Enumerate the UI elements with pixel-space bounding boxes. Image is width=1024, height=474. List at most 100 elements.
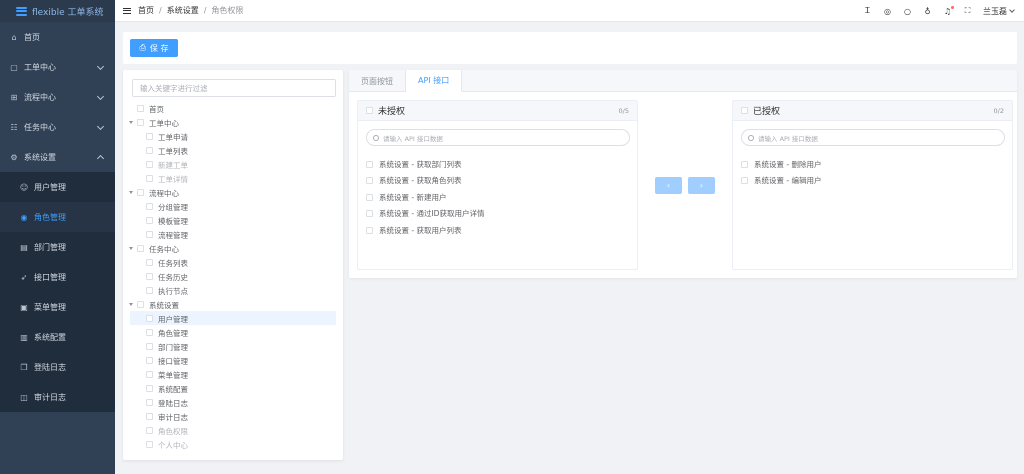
- transfer-item[interactable]: 系统设置 - 新建用户: [366, 189, 484, 206]
- tree-checkbox[interactable]: [137, 104, 144, 112]
- tree-checkbox[interactable]: [146, 258, 153, 266]
- tree-node[interactable]: 流程管理: [130, 227, 336, 241]
- bell-icon[interactable]: ♫: [943, 5, 954, 16]
- tree-node[interactable]: 接口管理: [130, 353, 336, 367]
- fullscreen-icon[interactable]: ⛶: [963, 6, 972, 16]
- sidebar-subitem-3[interactable]: ➶ 接口管理: [0, 262, 115, 292]
- sidebar-subitem-4[interactable]: ▣ 菜单管理: [0, 292, 115, 322]
- theme-shirt-icon[interactable]: ♁: [923, 7, 932, 16]
- tree-node[interactable]: 工单详情: [130, 171, 336, 185]
- sidebar-item-3[interactable]: ☷ 任务中心: [0, 112, 115, 142]
- tree-node[interactable]: 审计日志: [130, 409, 336, 423]
- item-checkbox[interactable]: [366, 210, 373, 218]
- tree-node[interactable]: 部门管理: [130, 339, 336, 353]
- tree-checkbox[interactable]: [146, 132, 153, 140]
- breadcrumb-home[interactable]: 首页: [138, 5, 154, 16]
- tree-checkbox[interactable]: [146, 314, 153, 322]
- tree-checkbox[interactable]: [146, 160, 153, 168]
- sidebar-item-1[interactable]: ▢ 工单中心: [0, 52, 115, 82]
- tree-checkbox[interactable]: [146, 202, 153, 210]
- tree-checkbox[interactable]: [146, 342, 153, 350]
- transfer-item[interactable]: 系统设置 - 编辑用户: [741, 173, 821, 190]
- tree-node[interactable]: 执行节点: [130, 283, 336, 297]
- tree-node[interactable]: 任务历史: [130, 269, 336, 283]
- hamburger-icon[interactable]: [123, 7, 131, 14]
- tree-checkbox[interactable]: [146, 216, 153, 224]
- item-checkbox[interactable]: [366, 226, 373, 234]
- tree-checkbox[interactable]: [146, 412, 153, 420]
- tab-1[interactable]: API 接口: [406, 70, 463, 92]
- transfer-item[interactable]: 系统设置 - 获取角色列表: [366, 173, 484, 190]
- tree-checkbox[interactable]: [146, 370, 153, 378]
- item-checkbox[interactable]: [366, 177, 373, 185]
- sidebar-item-0[interactable]: ⌂ 首页: [0, 22, 115, 52]
- tree-checkbox[interactable]: [146, 272, 153, 280]
- app-logo[interactable]: flexible 工单系统: [0, 0, 115, 22]
- tree-node[interactable]: 系统设置: [129, 297, 336, 311]
- tab-0[interactable]: 页面按钮: [349, 70, 406, 92]
- caret-down-icon[interactable]: [129, 246, 133, 250]
- tree-filter-input[interactable]: 输入关键字进行过滤: [132, 79, 336, 97]
- item-checkbox[interactable]: [366, 160, 373, 168]
- transfer-item[interactable]: 系统设置 - 获取部门列表: [366, 156, 484, 173]
- tree-checkbox[interactable]: [137, 188, 144, 196]
- tree-checkbox[interactable]: [146, 384, 153, 392]
- tree-checkbox[interactable]: [146, 328, 153, 336]
- tree-checkbox[interactable]: [137, 118, 144, 126]
- unauthorized-search-input[interactable]: 请输入 API 接口数据: [366, 129, 630, 146]
- authorized-search-input[interactable]: 请输入 API 接口数据: [741, 129, 1005, 146]
- tree-checkbox[interactable]: [137, 244, 144, 252]
- tree-node[interactable]: 角色管理: [130, 325, 336, 339]
- tree-checkbox[interactable]: [146, 440, 153, 448]
- tree-node[interactable]: 工单中心: [129, 115, 336, 129]
- user-menu[interactable]: 兰玉磊: [983, 6, 1015, 17]
- tree-node[interactable]: 个人中心: [130, 437, 336, 451]
- transfer-item[interactable]: 系统设置 - 获取用户列表: [366, 222, 484, 239]
- item-checkbox[interactable]: [741, 177, 748, 185]
- caret-down-icon[interactable]: [129, 120, 133, 124]
- sidebar-subitem-0[interactable]: ☺ 用户管理: [0, 172, 115, 202]
- sidebar-item-2[interactable]: ⊞ 流程中心: [0, 82, 115, 112]
- github-icon[interactable]: ◎: [883, 7, 892, 16]
- transfer-item[interactable]: 系统设置 - 删除用户: [741, 156, 821, 173]
- tree-node[interactable]: 角色权限: [130, 423, 336, 437]
- save-button[interactable]: ⎙ 保 存: [130, 39, 178, 57]
- breadcrumb-system-settings[interactable]: 系统设置: [167, 5, 199, 16]
- select-all-checkbox[interactable]: [741, 107, 748, 114]
- tree-node[interactable]: 模板管理: [130, 213, 336, 227]
- tree-node[interactable]: 用户管理: [130, 311, 336, 325]
- search-icon[interactable]: ○: [903, 7, 912, 16]
- tree-node[interactable]: 任务列表: [130, 255, 336, 269]
- tree-node[interactable]: 分组管理: [130, 199, 336, 213]
- tree-node[interactable]: 工单申请: [130, 129, 336, 143]
- tree-checkbox[interactable]: [146, 174, 153, 182]
- item-checkbox[interactable]: [366, 193, 373, 201]
- translate-icon[interactable]: Ꮖ: [863, 6, 872, 16]
- tree-node[interactable]: 系统配置: [130, 381, 336, 395]
- tree-checkbox[interactable]: [137, 300, 144, 308]
- sidebar-subitem-1[interactable]: ◉ 角色管理: [0, 202, 115, 232]
- tree-node[interactable]: 新建工单: [130, 157, 336, 171]
- move-left-button[interactable]: ‹: [655, 177, 682, 194]
- select-all-checkbox[interactable]: [366, 107, 373, 114]
- sidebar-subitem-7[interactable]: ◫ 审计日志: [0, 382, 115, 412]
- move-right-button[interactable]: ›: [688, 177, 715, 194]
- caret-down-icon[interactable]: [129, 190, 133, 194]
- sidebar-subitem-2[interactable]: ▤ 部门管理: [0, 232, 115, 262]
- sidebar-subitem-5[interactable]: ▥ 系统配置: [0, 322, 115, 352]
- tree-checkbox[interactable]: [146, 426, 153, 434]
- tree-node[interactable]: 菜单管理: [130, 367, 336, 381]
- tree-node[interactable]: 工单列表: [130, 143, 336, 157]
- tree-node[interactable]: 登陆日志: [130, 395, 336, 409]
- tree-node[interactable]: 流程中心: [129, 185, 336, 199]
- tree-checkbox[interactable]: [146, 398, 153, 406]
- tree-node[interactable]: 任务中心: [129, 241, 336, 255]
- item-checkbox[interactable]: [741, 160, 748, 168]
- tree-node[interactable]: 首页: [130, 101, 336, 115]
- tree-checkbox[interactable]: [146, 356, 153, 364]
- tree-checkbox[interactable]: [146, 146, 153, 154]
- tree-checkbox[interactable]: [146, 230, 153, 238]
- tree-checkbox[interactable]: [146, 286, 153, 294]
- transfer-item[interactable]: 系统设置 - 通过ID获取用户详情: [366, 206, 484, 223]
- sidebar-item-4[interactable]: ⚙ 系统设置: [0, 142, 115, 172]
